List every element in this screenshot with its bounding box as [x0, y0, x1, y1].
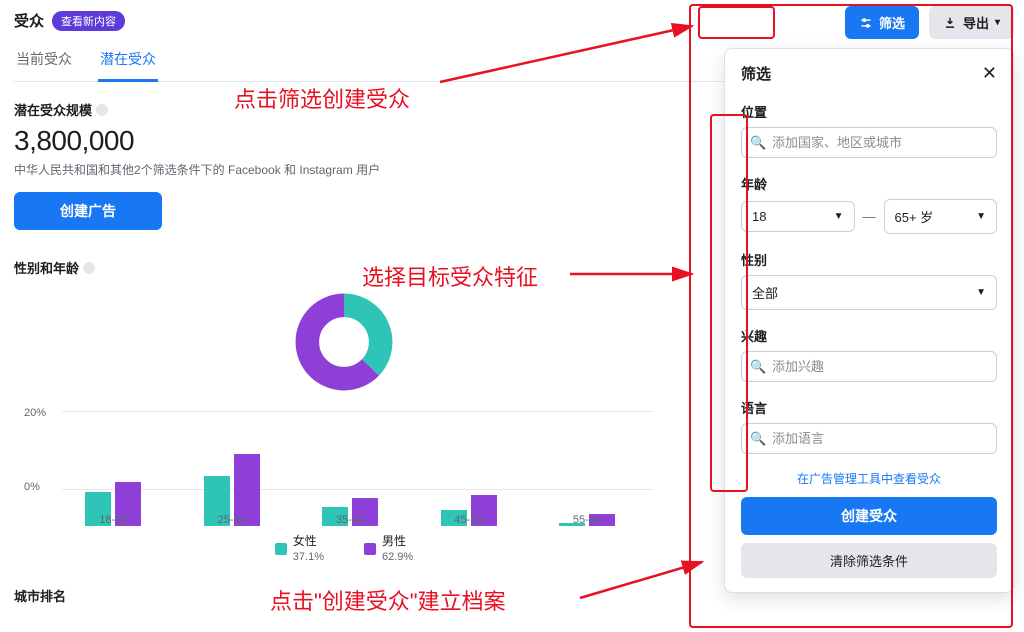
legend-female-swatch [275, 543, 287, 555]
y-tick-20: 20% [24, 407, 46, 419]
age-label: 年龄 [741, 174, 997, 193]
demographics-label: 性别和年龄 [14, 258, 79, 277]
age-gender-bar-chart: 20% 0% 18-2425-3435-4445-5455-64 [14, 411, 654, 526]
gender-select[interactable]: 全部▼ [741, 275, 997, 310]
interest-label: 兴趣 [741, 326, 997, 345]
filter-button[interactable]: 筛选 [845, 6, 919, 39]
age-separator: — [863, 209, 876, 224]
chevron-down-icon: ▼ [976, 287, 986, 298]
legend-male-pct: 62.9% [382, 550, 413, 564]
search-icon: 🔍 [750, 431, 766, 447]
clear-filters-button[interactable]: 清除筛选条件 [741, 543, 997, 578]
language-input[interactable] [741, 423, 997, 454]
create-audience-button[interactable]: 创建受众 [741, 497, 997, 535]
legend-male-swatch [364, 543, 376, 555]
x-tick: 25-34 [202, 514, 262, 526]
info-icon[interactable] [83, 262, 95, 274]
age-to-select[interactable]: 65+ 岁▼ [884, 199, 998, 234]
filter-panel-title: 筛选 [741, 63, 771, 84]
age-from-select[interactable]: 18▼ [741, 201, 855, 232]
close-icon[interactable]: ✕ [982, 63, 997, 84]
new-content-badge[interactable]: 查看新内容 [52, 11, 125, 31]
filter-panel: 筛选 ✕ 位置 🔍 年龄 18▼ — 65+ 岁▼ 性别 全部▼ 兴趣 🔍 [724, 48, 1014, 593]
page-title: 受众 [14, 10, 44, 31]
legend-female-pct: 37.1% [293, 550, 324, 564]
download-icon [943, 16, 957, 30]
x-tick: 55-64 [557, 514, 617, 526]
search-icon: 🔍 [750, 359, 766, 375]
language-label: 语言 [741, 398, 997, 417]
chart-legend: 女性 37.1% 男性 62.9% [14, 534, 674, 564]
sliders-icon [859, 16, 873, 30]
legend-female-label: 女性 [293, 534, 317, 550]
location-label: 位置 [741, 102, 997, 121]
chevron-down-icon: ▼ [976, 211, 986, 222]
interest-input[interactable] [741, 351, 997, 382]
x-tick: 18-24 [83, 514, 143, 526]
tab-current-audience[interactable]: 当前受众 [14, 43, 74, 81]
gender-donut-chart [289, 287, 399, 397]
info-icon[interactable] [96, 104, 108, 116]
audience-size-label: 潜在受众规模 [14, 100, 92, 119]
y-tick-0: 0% [24, 481, 40, 493]
create-ad-button[interactable]: 创建广告 [14, 192, 162, 230]
gender-label: 性别 [741, 250, 997, 269]
search-icon: 🔍 [750, 135, 766, 151]
chevron-down-icon: ▾ [995, 17, 1000, 28]
x-tick: 35-44 [320, 514, 380, 526]
chevron-down-icon: ▼ [834, 211, 844, 222]
view-in-ads-manager-link[interactable]: 在广告管理工具中查看受众 [741, 470, 997, 487]
export-button[interactable]: 导出 ▾ [929, 6, 1014, 39]
x-tick: 45-54 [439, 514, 499, 526]
tab-potential-audience[interactable]: 潜在受众 [98, 43, 158, 82]
location-input[interactable] [741, 127, 997, 158]
legend-male-label: 男性 [382, 534, 406, 550]
